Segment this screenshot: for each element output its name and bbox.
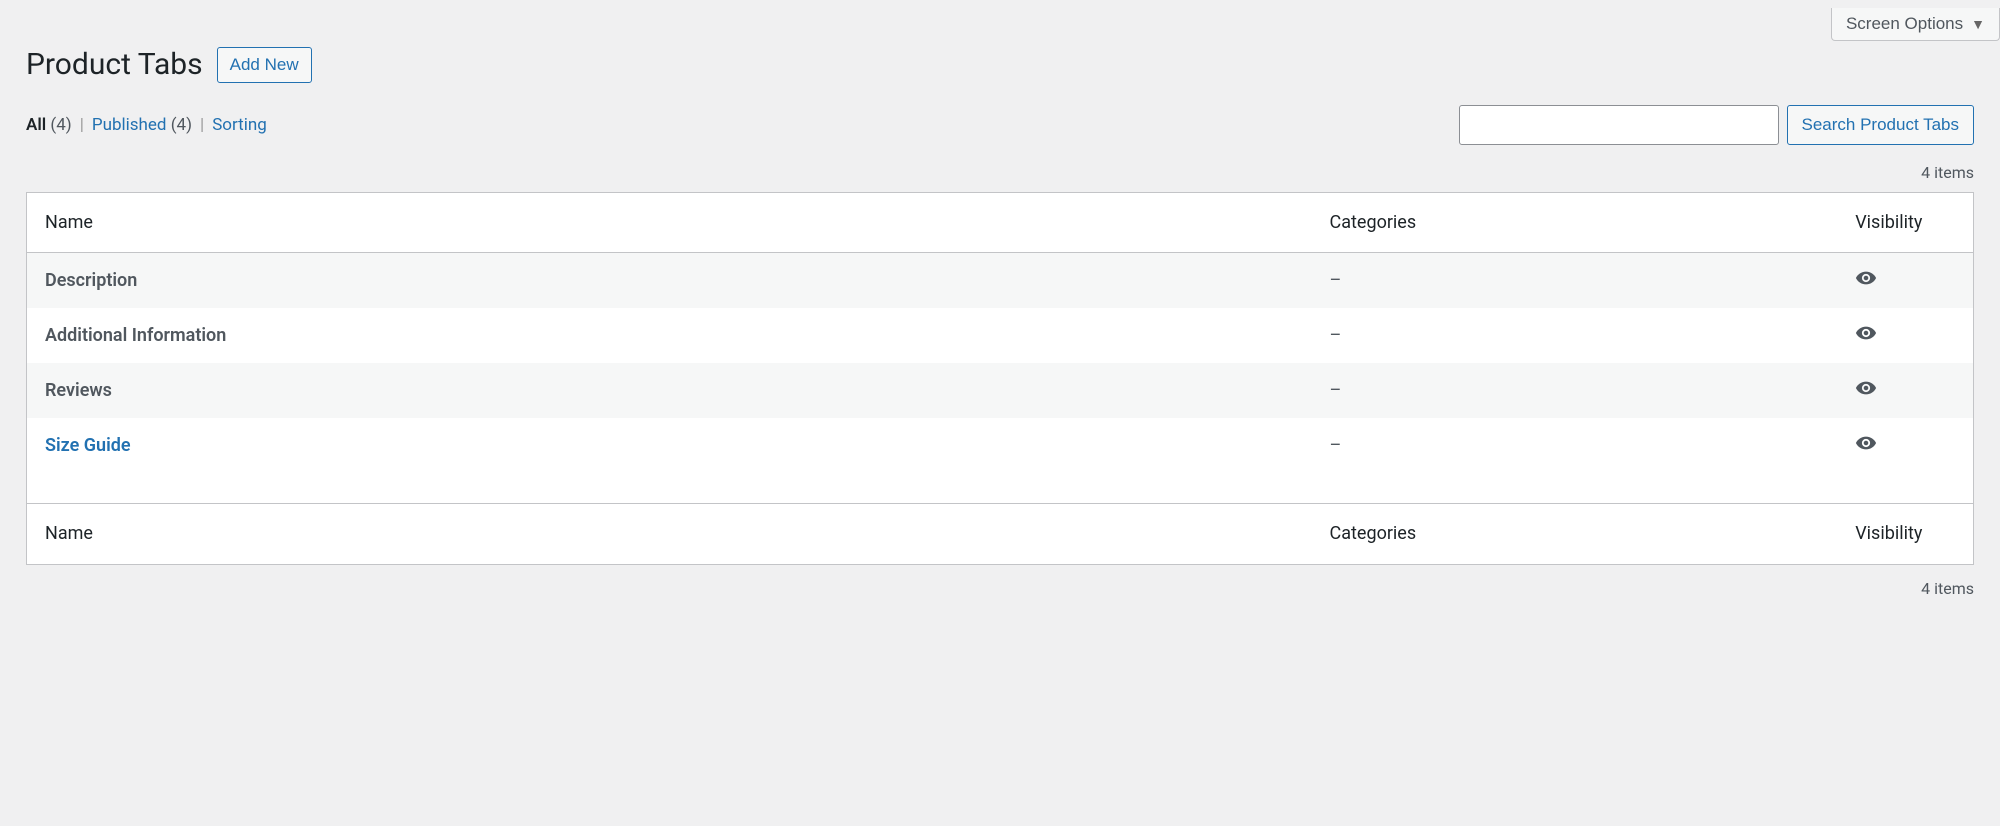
row-categories: –: [1312, 308, 1838, 363]
filter-sorting[interactable]: Sorting: [212, 115, 267, 135]
screen-options-label: Screen Options: [1846, 14, 1963, 34]
eye-icon: [1855, 377, 1877, 399]
items-count-top: 4 items: [1921, 163, 1974, 182]
row-visibility: [1837, 308, 1973, 363]
search-button[interactable]: Search Product Tabs: [1787, 105, 1975, 145]
filter-all-count: (4): [50, 115, 71, 135]
separator: |: [200, 115, 204, 135]
row-categories: –: [1312, 418, 1838, 504]
eye-icon: [1855, 432, 1877, 454]
column-header-categories[interactable]: Categories: [1312, 192, 1838, 252]
table-row: Reviews –: [27, 363, 1974, 418]
filter-published-count: (4): [171, 115, 192, 135]
chevron-down-icon: ▼: [1971, 16, 1985, 32]
table-row: Description –: [27, 253, 1974, 309]
row-visibility: [1837, 253, 1973, 309]
row-title[interactable]: Additional Information: [45, 325, 226, 346]
column-header-visibility[interactable]: Visibility: [1837, 192, 1973, 252]
page-title: Product Tabs: [26, 47, 203, 82]
row-title[interactable]: Description: [45, 270, 137, 291]
table-row: Additional Information –: [27, 308, 1974, 363]
eye-icon: [1855, 322, 1877, 344]
row-title[interactable]: Size Guide: [45, 435, 131, 456]
screen-options-button[interactable]: Screen Options ▼: [1831, 8, 2000, 41]
row-categories: –: [1312, 253, 1838, 309]
column-footer-visibility: Visibility: [1837, 504, 1973, 564]
add-new-button[interactable]: Add New: [217, 47, 312, 83]
row-title[interactable]: Reviews: [45, 380, 112, 401]
row-visibility: [1837, 363, 1973, 418]
filter-all[interactable]: All: [26, 115, 46, 135]
separator: |: [80, 115, 84, 135]
table-row: Size Guide –: [27, 418, 1974, 504]
row-categories: –: [1312, 363, 1838, 418]
column-header-name[interactable]: Name: [27, 192, 1312, 252]
filter-published[interactable]: Published: [92, 115, 167, 135]
row-visibility: [1837, 418, 1973, 504]
filter-links: All (4) | Published (4) | Sorting: [26, 115, 267, 135]
search-input[interactable]: [1459, 105, 1779, 145]
column-footer-name: Name: [27, 504, 1312, 564]
column-footer-categories: Categories: [1312, 504, 1838, 564]
product-tabs-table: Name Categories Visibility Description–A…: [26, 192, 1974, 565]
eye-icon: [1855, 267, 1877, 289]
items-count-bottom: 4 items: [1921, 579, 1974, 598]
